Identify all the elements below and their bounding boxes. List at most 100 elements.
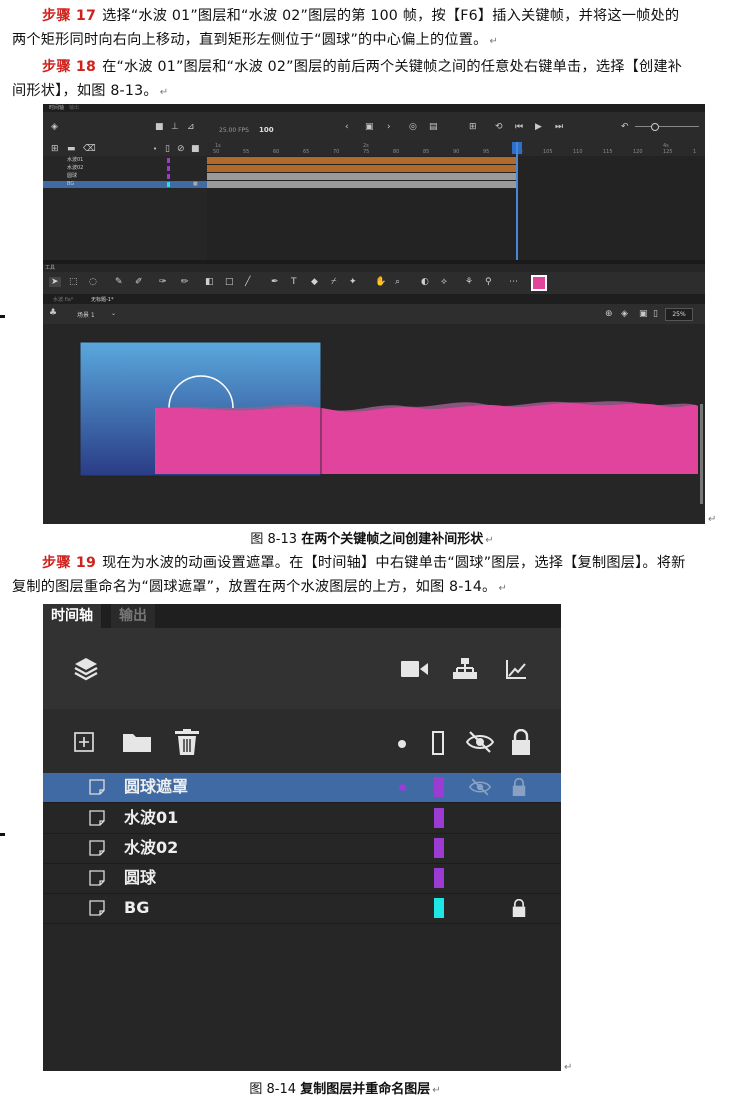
ruler-tick: 95	[483, 149, 490, 155]
asset-warp-icon[interactable]: ⚘	[465, 277, 473, 287]
lock-icon[interactable]: ■	[193, 181, 198, 188]
prev-icon[interactable]: ‹	[345, 122, 349, 132]
text-tool-icon[interactable]: T	[291, 277, 297, 287]
insert-tween-icon[interactable]: ⊞	[469, 122, 477, 132]
lasso-tool-icon[interactable]: ◌	[89, 277, 97, 287]
layer-row[interactable]: 水波01	[43, 157, 207, 164]
stage[interactable]	[43, 324, 705, 524]
tab-timeline[interactable]: 时间轴	[49, 104, 64, 111]
tab-output[interactable]: 输出	[111, 604, 155, 628]
edit-frames-icon[interactable]: ▤	[429, 122, 438, 132]
empty-layer-area[interactable]	[43, 926, 561, 1071]
scene-icon[interactable]: ♣	[49, 308, 57, 318]
play-icon[interactable]: ▶	[535, 122, 542, 132]
outline-icon[interactable]	[432, 731, 444, 755]
pencil-tool-icon[interactable]: ✏	[181, 277, 189, 287]
graph-icon[interactable]: ⊿	[187, 122, 195, 132]
layer-row[interactable]: 水波02	[43, 165, 207, 172]
shape-tween-span[interactable]	[207, 165, 517, 172]
frame-span[interactable]	[207, 181, 517, 188]
outline-icon[interactable]: ▯	[165, 144, 170, 154]
undo-icon[interactable]: ↶	[621, 122, 629, 132]
new-layer-icon[interactable]	[74, 732, 94, 752]
pin-tool-icon[interactable]: ✦	[349, 277, 357, 287]
scene-name[interactable]: 场景 1	[77, 310, 95, 319]
paint-brush-icon[interactable]: ✑	[159, 277, 167, 287]
folder-icon[interactable]	[123, 732, 151, 752]
frame-track[interactable]: 1s 2s 3s 4s 50 55 60 65 70 75 80 85 90 9…	[207, 142, 705, 260]
tab-output[interactable]: 输出	[69, 104, 79, 111]
figure-title: 在两个关键帧之间创建补间形状	[301, 532, 484, 547]
layer-row-bg[interactable]: BG	[43, 894, 561, 924]
layers-icon[interactable]: ◈	[51, 122, 58, 132]
chevron-down-icon[interactable]: ⌄	[111, 309, 116, 319]
panel-divider[interactable]	[43, 260, 705, 264]
fill-color-swatch[interactable]	[531, 275, 547, 291]
paint-bucket-icon[interactable]: ◆	[311, 277, 318, 287]
parent-layers-icon[interactable]	[453, 658, 477, 680]
bone-tool-icon[interactable]: ⟡	[441, 277, 447, 287]
folder-icon[interactable]: ▬	[67, 144, 76, 154]
layer-row-ball[interactable]: 圆球	[43, 864, 561, 894]
zoom-input[interactable]: 25%	[665, 308, 693, 321]
visibility-icon[interactable]: ⊘	[177, 144, 185, 154]
rotate-icon[interactable]: ▯	[653, 309, 658, 319]
selection-tool-icon[interactable]: ➤	[49, 277, 61, 287]
frame-span[interactable]	[207, 173, 517, 180]
pen-tool-icon[interactable]: ✎	[115, 277, 123, 287]
layer-row-wave-01[interactable]: 水波01	[43, 804, 561, 834]
lock-icon[interactable]	[512, 899, 526, 917]
shape-tween-span[interactable]	[207, 157, 517, 164]
dot-icon[interactable]	[398, 740, 406, 748]
dot-icon[interactable]: •	[153, 144, 157, 154]
ruler-tick: 65	[303, 149, 310, 155]
trash-icon[interactable]	[175, 729, 199, 755]
visibility-icon[interactable]	[466, 730, 494, 754]
layers-icon[interactable]	[73, 656, 99, 682]
next-icon[interactable]: ›	[387, 122, 391, 132]
pen-anchor-icon[interactable]: ✒	[271, 277, 279, 287]
fit-icon[interactable]: ▣	[639, 309, 648, 319]
document-tab[interactable]: 无标题-1*	[91, 296, 114, 303]
graph-icon[interactable]	[505, 658, 527, 680]
trash-icon[interactable]: ⌫	[83, 144, 96, 154]
eraser-tool-icon[interactable]: ◧	[205, 277, 214, 287]
subselect-tool-icon[interactable]: ⬚	[69, 277, 78, 287]
bind-tool-icon[interactable]: ⚲	[485, 277, 492, 287]
frame-ruler[interactable]: 1s 2s 3s 4s 50 55 60 65 70 75 80 85 90 9…	[207, 142, 705, 156]
layer-row-wave-02[interactable]: 水波02	[43, 834, 561, 864]
layer-row[interactable]: BG ■	[43, 181, 207, 188]
clip-icon[interactable]: ◈	[621, 309, 628, 319]
lock-icon[interactable]: ■	[191, 144, 200, 154]
layer-row[interactable]: 圆球	[43, 173, 207, 180]
current-frame[interactable]: 100	[259, 126, 274, 134]
more-tools-icon[interactable]: ⋯	[509, 277, 518, 287]
animate-workspace-screenshot: 时间轴 输出 ◈ ■ ⊥ ⊿ 25.00 FPS 100 ‹ ▣ › ◎ ▤ ⊞…	[43, 104, 705, 524]
loop-icon[interactable]: ⟲	[495, 122, 503, 132]
center-frame-icon[interactable]: ▣	[365, 122, 374, 132]
hand-tool-icon[interactable]: ✋	[375, 277, 386, 287]
layer-row-ball-mask[interactable]: 圆球遮罩	[43, 773, 561, 803]
playhead[interactable]	[516, 142, 518, 260]
zoom-slider[interactable]	[635, 123, 699, 131]
center-stage-icon[interactable]: ⊕	[605, 309, 613, 319]
camera-icon[interactable]	[401, 660, 429, 678]
onion-skin-icon[interactable]: ◎	[409, 122, 417, 132]
lock-icon[interactable]	[512, 778, 526, 796]
eyedropper-icon[interactable]: ⌿	[331, 277, 336, 287]
parent-icon[interactable]: ⊥	[171, 122, 179, 132]
new-layer-icon[interactable]: ⊞	[51, 144, 59, 154]
document-tab[interactable]: 水波.fla*	[53, 296, 73, 303]
last-frame-icon[interactable]: ⏭	[555, 122, 563, 132]
zoom-tool-icon[interactable]: ⌕	[395, 277, 400, 287]
3d-rotate-icon[interactable]: ◐	[421, 277, 429, 287]
first-frame-icon[interactable]: ⏮	[515, 122, 523, 132]
lock-icon[interactable]	[511, 729, 531, 755]
brush-tool-icon[interactable]: ✐	[135, 277, 143, 287]
camera-icon[interactable]: ■	[155, 122, 164, 132]
hidden-icon[interactable]	[469, 777, 491, 797]
rectangle-tool-icon[interactable]: □	[225, 277, 234, 287]
line-tool-icon[interactable]: ╱	[245, 277, 250, 287]
tab-timeline[interactable]: 时间轴	[43, 604, 101, 628]
fps-readout[interactable]: 25.00 FPS	[219, 127, 249, 134]
